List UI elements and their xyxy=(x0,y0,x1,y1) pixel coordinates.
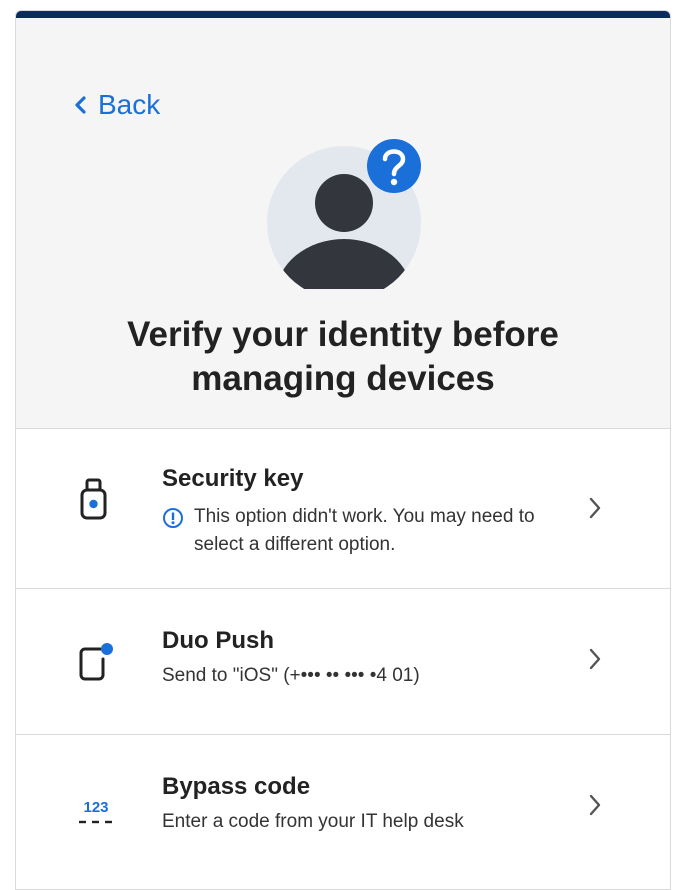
option-title: Duo Push xyxy=(162,627,274,654)
question-badge-icon xyxy=(367,139,421,193)
verify-identity-card: Back Verify your identity before managin… xyxy=(15,10,671,890)
option-warning: This option didn't work. You may need to… xyxy=(162,503,572,559)
option-duo-push[interactable]: Duo Push Send to "iOS" (+••• •• ••• •4 0… xyxy=(16,589,670,735)
chevron-left-icon xyxy=(75,96,86,114)
info-warning-icon xyxy=(163,508,183,528)
top-accent-bar xyxy=(16,11,670,18)
option-title: Bypass code xyxy=(162,773,311,800)
back-link[interactable]: Back xyxy=(74,89,160,121)
back-label: Back xyxy=(98,89,161,120)
security-key-icon xyxy=(80,478,107,520)
page-title: Verify your identity before managing dev… xyxy=(127,315,559,398)
option-subtitle: Enter a code from your IT help desk xyxy=(162,811,464,832)
option-title: Security key xyxy=(162,465,304,492)
option-security-key[interactable]: Security key This option didn't work. Yo… xyxy=(16,429,670,589)
svg-text:123: 123 xyxy=(83,799,108,816)
bypass-code-icon: 123 xyxy=(79,799,112,824)
chevron-right-icon xyxy=(589,648,601,670)
duo-push-icon xyxy=(79,643,113,681)
chevron-right-icon xyxy=(589,497,601,519)
option-bypass-code[interactable]: 123 Bypass code Enter a code from your I… xyxy=(16,735,670,881)
card-header: Back Verify your identity before managin… xyxy=(16,18,670,429)
chevron-right-icon xyxy=(589,794,601,816)
option-subtitle: Send to "iOS" (+••• •• ••• •4 01) xyxy=(162,665,420,686)
warning-text: This option didn't work. You may need to… xyxy=(194,506,535,555)
user-avatar-icon xyxy=(267,139,421,289)
